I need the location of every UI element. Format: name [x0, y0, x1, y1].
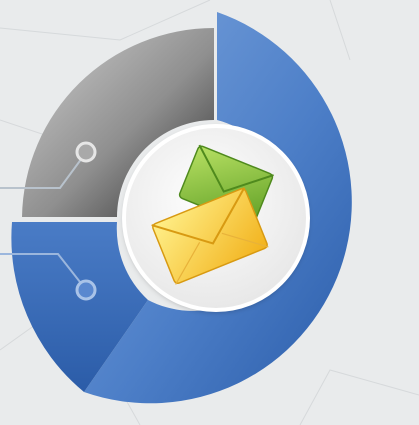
donut-graphic [0, 0, 419, 425]
connector-node-lower [75, 279, 97, 301]
connector-node-upper [75, 141, 97, 163]
